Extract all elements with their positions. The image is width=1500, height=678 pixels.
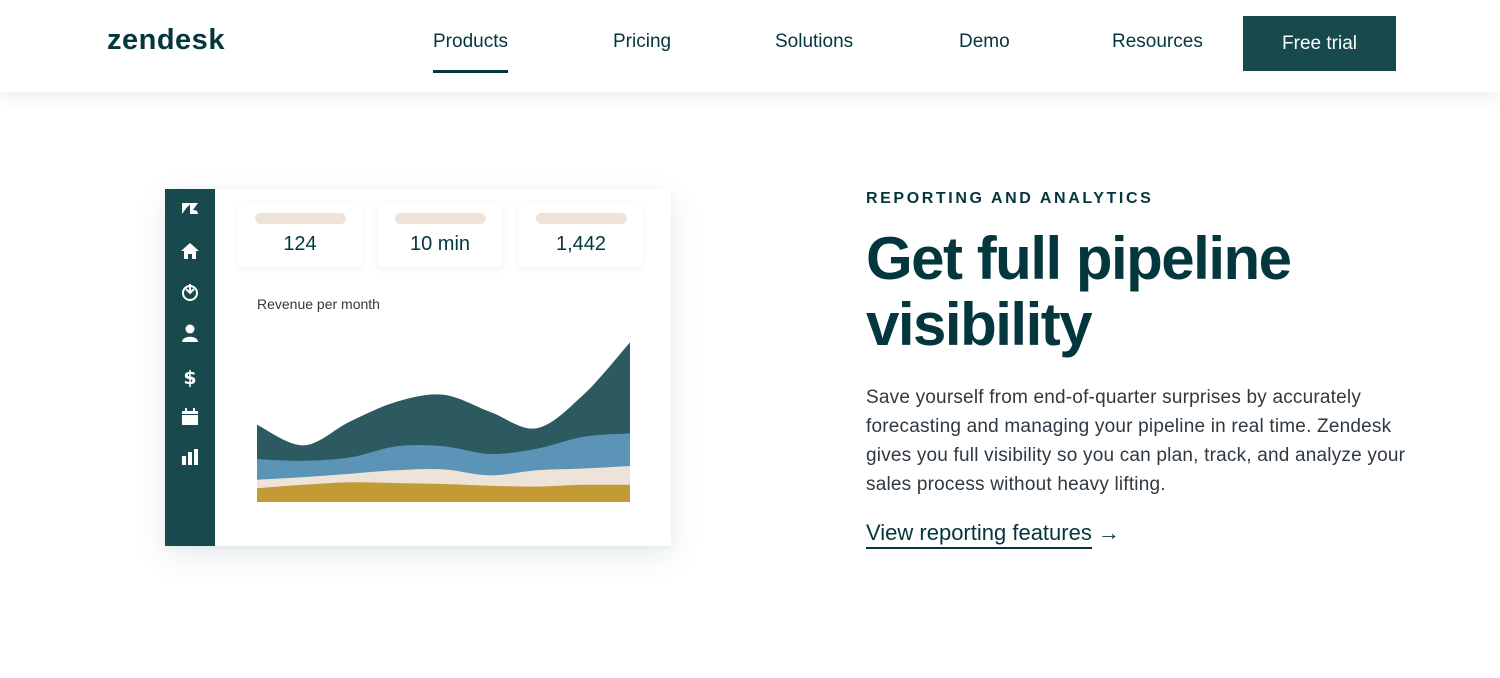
dollar-icon: $ [178,365,202,389]
section-eyebrow: REPORTING AND ANALYTICS [866,190,1154,207]
zendesk-logo-icon [178,197,202,221]
free-trial-button[interactable]: Free trial [1243,16,1396,71]
stat-label-placeholder [255,213,346,224]
nav-demo[interactable]: Demo [959,31,1010,53]
stat-value: 124 [283,233,317,255]
chart-title: Revenue per month [257,296,380,312]
dashboard-sidebar: $ [165,189,215,546]
stat-card: 124 [238,203,362,267]
user-icon [178,321,202,345]
stat-label-placeholder [395,213,486,224]
nav-resources[interactable]: Resources [1112,31,1203,53]
pipeline-icon [178,280,202,304]
area-series-0 [257,482,630,502]
stat-card: 10 min [378,203,502,267]
svg-text:$: $ [183,367,196,387]
section-headline: Get full pipeline visibility [866,225,1292,358]
nav-products[interactable]: Products [433,31,508,73]
stat-label-placeholder [536,213,627,224]
home-icon [178,239,202,263]
site-header: zendesk Products Pricing Solutions Demo … [0,0,1500,92]
revenue-area-chart [257,342,630,502]
stat-value: 1,442 [555,233,607,255]
stat-card: 1,442 [519,203,643,267]
nav-pricing[interactable]: Pricing [613,31,671,53]
dashboard-illustration: $ 124 10 min 1,442 Revenue per month [165,189,671,546]
bar-chart-icon [178,445,202,469]
nav-solutions[interactable]: Solutions [775,31,853,53]
link-label: View reporting features [866,520,1092,549]
stat-value: 10 min [409,233,471,255]
section-body: Save yourself from end-of-quarter surpri… [866,387,1406,495]
view-reporting-features-link[interactable]: View reporting features → [866,520,1120,549]
calendar-icon [178,405,202,429]
arrow-right-icon: → [1097,520,1120,545]
